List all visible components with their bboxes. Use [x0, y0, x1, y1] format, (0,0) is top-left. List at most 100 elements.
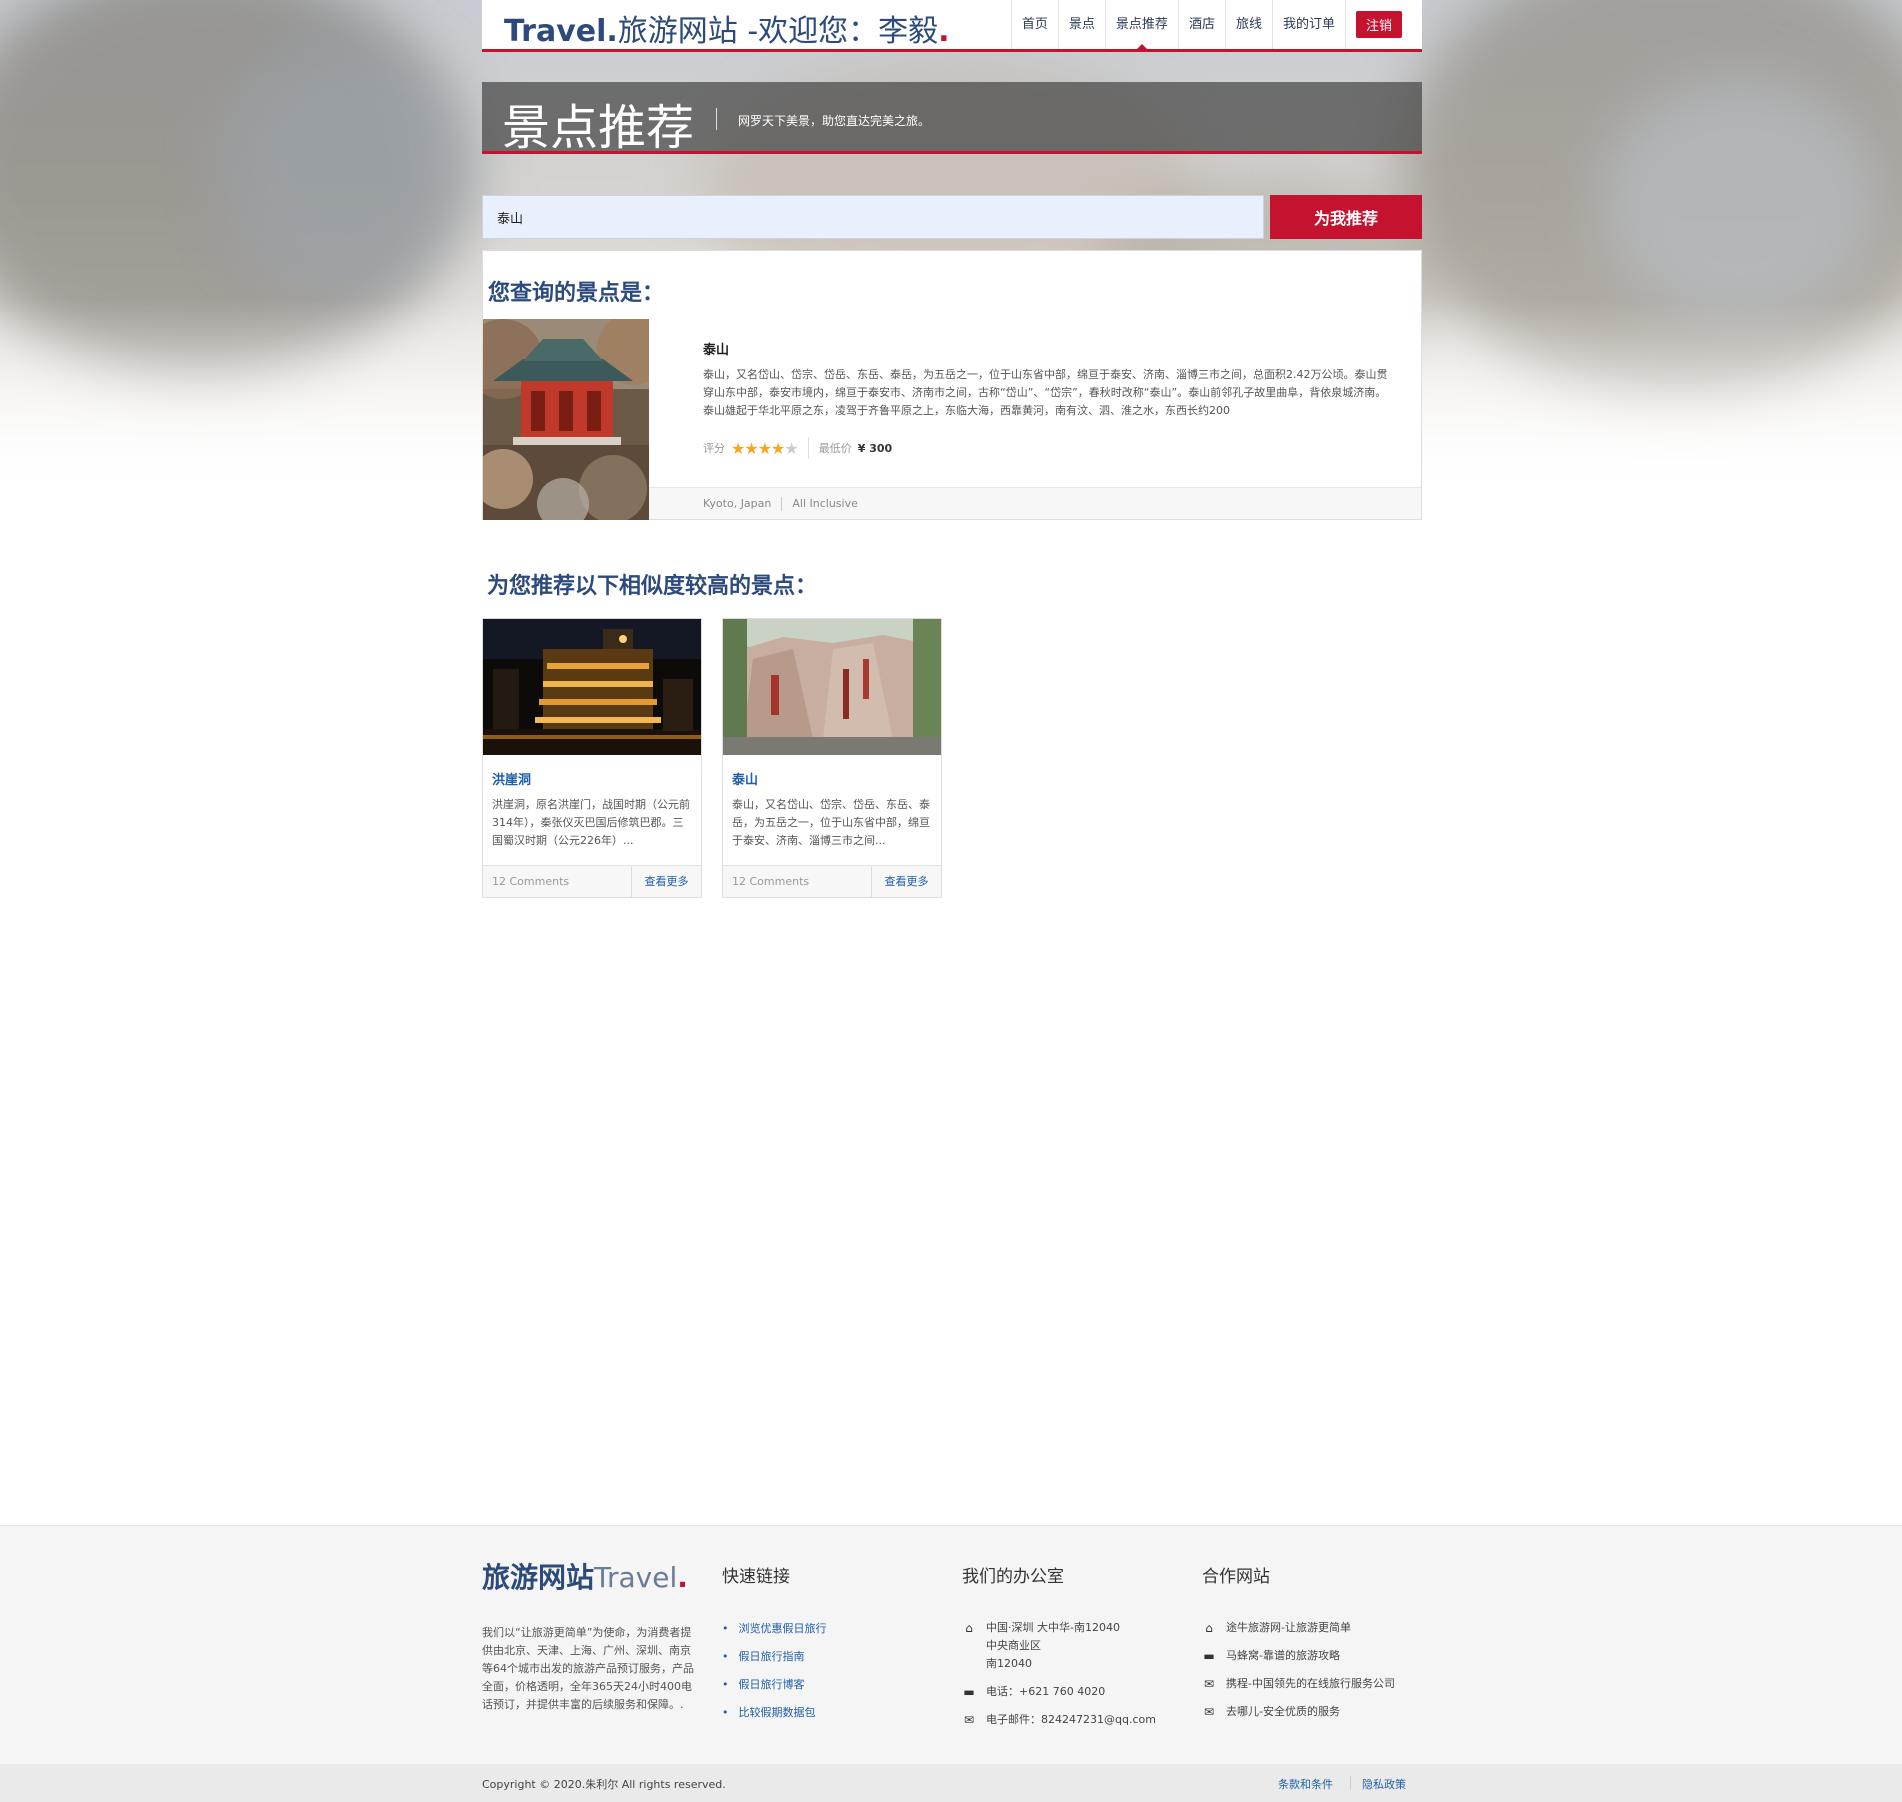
footer-link-divider — [1350, 1776, 1351, 1790]
footer-description: 我们以“让旅游更简单”为使命，为消费者提供由北京、天津、上海、广州、深圳、南京等… — [482, 1626, 694, 1711]
nav-item-home[interactable]: 首页 — [1010, 0, 1058, 49]
logo-dot: . — [938, 14, 950, 49]
partner-item[interactable]: ⌂ 途牛旅游网-让旅游更简单 — [1202, 1619, 1395, 1637]
result-name[interactable]: 泰山 — [703, 339, 1393, 358]
quick-link[interactable]: 浏览优惠假日旅行 — [722, 1615, 827, 1643]
card-description: 泰山，又名岱山、岱宗、岱岳、东岳、泰岳，为五岳之一，位于山东省中部，绵亘于泰安、… — [732, 798, 930, 847]
card-more-link[interactable]: 查看更多 — [631, 866, 701, 897]
result-heading: 您查询的景点是： — [488, 281, 665, 306]
partner-link[interactable]: 途牛旅游网-让旅游更简单 — [1226, 1619, 1351, 1637]
footer-quick-links: 快速链接 浏览优惠假日旅行 假日旅行指南 假日旅行博客 比较假期数据包 — [722, 1562, 827, 1727]
recommendation-card[interactable]: 洪崖洞 洪崖洞，原名洪崖门，战国时期（公元前314年），秦张仪灭巴国后修筑巴郡。… — [482, 618, 702, 898]
address-line: 中国·深圳 大中华-南12040 — [986, 1621, 1120, 1634]
partner-link[interactable]: 去哪儿-安全优质的服务 — [1226, 1703, 1340, 1721]
address-line: 中央商业区 — [986, 1639, 1041, 1652]
star-icon: ★ — [744, 438, 758, 458]
partners-heading: 合作网站 — [1202, 1567, 1270, 1587]
office-details: ⌂ 中国·深圳 大中华-南12040 中央商业区 南12040 ▬ 电话：+62… — [962, 1619, 1156, 1729]
copyright-text: Copyright © 2020.朱利尔 All rights reserved… — [482, 1778, 726, 1791]
logo-brand-text: 旅游网站 -欢迎您：李毅 — [617, 14, 939, 49]
office-phone: ▬ 电话：+621 760 4020 — [962, 1683, 1156, 1701]
banner-divider — [716, 108, 717, 130]
copyright-bar: Copyright © 2020.朱利尔 All rights reserved… — [0, 1764, 1902, 1802]
office-email: ✉ 电子邮件：824247231@qq.com — [962, 1711, 1156, 1729]
rating-divider — [807, 437, 809, 459]
recommendations-heading: 为您推荐以下相似度较高的景点： — [487, 574, 818, 599]
card-footer: 12 Comments 查看更多 — [483, 865, 701, 897]
search-input[interactable] — [482, 195, 1264, 239]
office-address: ⌂ 中国·深圳 大中华-南12040 中央商业区 南12040 — [962, 1619, 1156, 1673]
card-comments: 12 Comments — [492, 875, 570, 888]
envelope-icon: ✉ — [1203, 1677, 1215, 1691]
star-icon: ★ — [731, 438, 745, 458]
quick-link[interactable]: 比较假期数据包 — [722, 1699, 827, 1727]
recommend-button[interactable]: 为我推荐 — [1270, 195, 1422, 239]
query-result-panel: 您查询的景点是： 泰山 泰山，又名岱山、岱宗、岱岳、东岳、泰岳，为五岳之一，位于… — [482, 250, 1422, 520]
card-title[interactable]: 泰山 — [732, 769, 941, 788]
footer-brand-dot: . — [677, 1561, 688, 1594]
result-photo[interactable] — [483, 319, 649, 520]
logout-button[interactable]: 注销 — [1355, 11, 1402, 38]
result-description: 泰山，又名岱山、岱宗、岱岳、东岳、泰岳，为五岳之一，位于山东省中部，绵亘于泰安、… — [703, 368, 1388, 417]
result-info: 泰山 泰山，又名岱山、岱宗、岱岳、东岳、泰岳，为五岳之一，位于山东省中部，绵亘于… — [703, 339, 1393, 420]
star-empty-icon: ★ — [784, 438, 798, 458]
envelope-icon: ✉ — [1203, 1705, 1215, 1719]
footer-brand-light: Travel — [594, 1561, 678, 1594]
card-more-link[interactable]: 查看更多 — [871, 866, 941, 897]
result-location: Kyoto, Japan — [703, 497, 772, 510]
page-banner: 景点推荐 网罗天下美景，助您直达完美之旅。 — [482, 82, 1422, 156]
briefcase-icon: ▬ — [963, 1685, 975, 1699]
card-footer: 12 Comments 查看更多 — [723, 865, 941, 897]
site-logo[interactable]: Travel.旅游网站 -欢迎您：李毅. — [504, 6, 950, 50]
logo-brand-bold: Travel. — [504, 14, 618, 49]
privacy-link[interactable]: 隐私政策 — [1362, 1776, 1406, 1792]
partner-link[interactable]: 马蜂窝-靠谱的旅游攻略 — [1226, 1647, 1340, 1665]
card-photo[interactable] — [483, 619, 701, 755]
home-icon: ⌂ — [1205, 1621, 1213, 1635]
footer-office: 我们的办公室 ⌂ 中国·深圳 大中华-南12040 中央商业区 南12040 ▬… — [962, 1562, 1156, 1739]
quick-link[interactable]: 假日旅行指南 — [722, 1643, 827, 1671]
search-bar: 为我推荐 — [482, 195, 1422, 239]
partner-item[interactable]: ✉ 携程-中国领先的在线旅行服务公司 — [1202, 1675, 1395, 1693]
logout-cell: 注销 — [1344, 0, 1422, 49]
rating-stars: ★★★★★ — [731, 438, 799, 458]
terms-link[interactable]: 条款和条件 — [1278, 1776, 1333, 1792]
nav-item-attractions[interactable]: 景点 — [1057, 0, 1105, 49]
price-label: 最低价 — [818, 442, 852, 455]
recommendation-card[interactable]: 泰山 泰山，又名岱山、岱宗、岱岳、东岳、泰岳，为五岳之一，位于山东省中部，绵亘于… — [722, 618, 942, 898]
partner-link[interactable]: 携程-中国领先的在线旅行服务公司 — [1226, 1675, 1395, 1693]
partner-item[interactable]: ▬ 马蜂窝-靠谱的旅游攻略 — [1202, 1647, 1395, 1665]
nav-item-orders[interactable]: 我的订单 — [1271, 0, 1345, 49]
recommendation-cards: 洪崖洞 洪崖洞，原名洪崖门，战国时期（公元前314年），秦张仪灭巴国后修筑巴郡。… — [482, 618, 1422, 898]
partner-item[interactable]: ✉ 去哪儿-安全优质的服务 — [1202, 1703, 1395, 1721]
office-heading: 我们的办公室 — [962, 1567, 1064, 1587]
footer-brand: 旅游网站Travel. — [482, 1556, 697, 1596]
quick-link[interactable]: 假日旅行博客 — [722, 1671, 827, 1699]
result-rating: 评分 ★★★★★ 最低价 ¥ 300 — [703, 437, 892, 459]
card-title[interactable]: 洪崖洞 — [492, 769, 701, 788]
quick-links-heading: 快速链接 — [722, 1567, 790, 1587]
page-title: 景点推荐 — [502, 100, 695, 156]
phone-text: 电话：+621 760 4020 — [986, 1685, 1106, 1698]
nav-item-hotels[interactable]: 酒店 — [1177, 0, 1225, 49]
home-icon: ⌂ — [965, 1621, 973, 1635]
footer-partners: 合作网站 ⌂ 途牛旅游网-让旅游更简单 ▬ 马蜂窝-靠谱的旅游攻略 ✉ 携程-中… — [1202, 1562, 1395, 1731]
email-text: 电子邮件：824247231@qq.com — [986, 1713, 1156, 1726]
star-icon: ★ — [757, 438, 772, 458]
footer-about: 旅游网站Travel. 我们以“让旅游更简单”为使命，为消费者提供由北京、天津、… — [482, 1556, 697, 1714]
nav-item-routes[interactable]: 旅线 — [1224, 0, 1272, 49]
card-comments: 12 Comments — [732, 875, 810, 888]
briefcase-icon: ▬ — [1203, 1649, 1215, 1663]
result-meta: Kyoto, Japan All Inclusive — [649, 487, 1421, 519]
card-photo[interactable] — [723, 619, 941, 755]
page-subtitle: 网罗天下美景，助您直达完美之旅。 — [738, 114, 931, 128]
footer-brand-bold: 旅游网站 — [482, 1561, 595, 1594]
star-icon: ★ — [771, 438, 785, 458]
site-footer: 旅游网站Travel. 我们以“让旅游更简单”为使命，为消费者提供由北京、天津、… — [0, 1525, 1902, 1765]
main-nav: 首页 景点 景点推荐 酒店 旅线 我的订单 注销 — [1010, 0, 1422, 50]
partners-list: ⌂ 途牛旅游网-让旅游更简单 ▬ 马蜂窝-靠谱的旅游攻略 ✉ 携程-中国领先的在… — [1202, 1619, 1395, 1721]
nav-item-recommend[interactable]: 景点推荐 — [1104, 0, 1178, 50]
rating-label: 评分 — [703, 442, 725, 455]
card-description: 洪崖洞，原名洪崖门，战国时期（公元前314年），秦张仪灭巴国后修筑巴郡。三国蜀汉… — [492, 798, 690, 847]
envelope-icon: ✉ — [963, 1713, 975, 1727]
